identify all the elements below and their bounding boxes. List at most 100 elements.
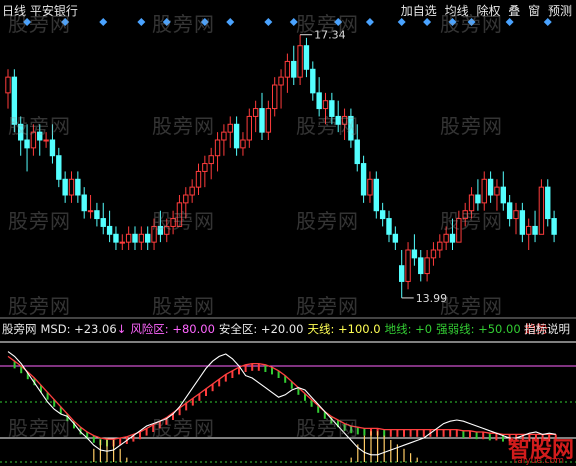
candle bbox=[449, 218, 456, 250]
candle bbox=[322, 92, 329, 125]
candle bbox=[227, 116, 233, 148]
add-watchlist-button[interactable]: 加自选 bbox=[401, 4, 437, 18]
candle bbox=[538, 179, 545, 235]
signal-diamond bbox=[264, 18, 273, 26]
candle bbox=[430, 242, 437, 266]
candle bbox=[443, 226, 449, 250]
signal-diamond bbox=[397, 18, 406, 26]
candle bbox=[437, 234, 443, 258]
candle-body bbox=[386, 218, 392, 235]
candle bbox=[481, 171, 487, 211]
candle-body bbox=[437, 241, 443, 251]
candle-body bbox=[113, 233, 119, 243]
candle-body bbox=[297, 45, 303, 78]
msd-value: MSD: +23.06 bbox=[40, 322, 117, 336]
candle bbox=[214, 132, 221, 172]
candle bbox=[49, 124, 56, 164]
candle-body bbox=[138, 233, 145, 243]
candle-body bbox=[360, 163, 367, 196]
candle bbox=[468, 187, 475, 219]
candle-body bbox=[526, 225, 532, 235]
candle-body bbox=[468, 194, 475, 212]
signal-diamond bbox=[137, 18, 146, 26]
candle bbox=[252, 100, 259, 133]
candle bbox=[513, 202, 519, 235]
candle bbox=[487, 171, 494, 203]
annotation-label: 17.34 bbox=[314, 29, 346, 42]
candle bbox=[56, 147, 62, 188]
candle-body bbox=[56, 155, 62, 180]
signal-diamond bbox=[448, 18, 457, 26]
signal-diamonds bbox=[23, 18, 552, 26]
candle-body bbox=[43, 139, 49, 142]
trend-arrow-icon: ↓ bbox=[116, 322, 127, 336]
candle bbox=[545, 179, 551, 227]
candle bbox=[341, 108, 348, 140]
smooth-line bbox=[7, 355, 556, 440]
candle bbox=[37, 124, 43, 156]
candle-body bbox=[456, 218, 462, 243]
candle bbox=[526, 218, 532, 250]
sky-line-value: 天线: +100.0 bbox=[307, 322, 381, 336]
candle-body bbox=[119, 241, 125, 244]
indicator-explain-button[interactable]: 指标说明 bbox=[524, 321, 570, 337]
msd-line bbox=[7, 351, 556, 456]
candle bbox=[329, 92, 335, 125]
candle-body bbox=[411, 249, 418, 259]
candle-body bbox=[310, 68, 316, 94]
candle-body bbox=[348, 115, 354, 141]
signal-diamond bbox=[334, 18, 343, 26]
candle bbox=[208, 147, 214, 180]
candle-body bbox=[221, 131, 227, 141]
candle bbox=[246, 108, 253, 148]
candle-body bbox=[37, 131, 43, 141]
window-button[interactable]: 窗 bbox=[528, 4, 540, 18]
candle-body bbox=[265, 108, 272, 133]
candle bbox=[183, 187, 189, 219]
candle bbox=[411, 234, 418, 266]
signal-diamond bbox=[162, 18, 171, 26]
ground-line-value: 地线: +0 bbox=[384, 322, 433, 336]
overlay-button[interactable]: 叠 bbox=[508, 4, 520, 18]
candle bbox=[113, 226, 119, 250]
candle bbox=[202, 155, 208, 188]
candle-body bbox=[278, 76, 284, 86]
moving-average-button[interactable]: 均线 bbox=[445, 4, 469, 18]
candle bbox=[233, 116, 240, 156]
candle bbox=[151, 218, 157, 250]
candle-body bbox=[392, 233, 399, 243]
candle-body bbox=[538, 186, 545, 235]
candle bbox=[500, 171, 507, 211]
candle-body bbox=[430, 249, 437, 259]
candle bbox=[157, 210, 164, 243]
candle-body bbox=[303, 45, 310, 70]
candle-body bbox=[208, 155, 214, 165]
candle bbox=[145, 226, 151, 250]
candles bbox=[5, 34, 557, 298]
candle-body bbox=[335, 115, 341, 125]
candle-body bbox=[87, 210, 94, 213]
signal-diamond bbox=[200, 18, 209, 26]
candle bbox=[132, 226, 138, 250]
candle-body bbox=[195, 170, 202, 188]
signal-diamond bbox=[226, 18, 235, 26]
candle-body bbox=[475, 194, 481, 204]
candle-body bbox=[373, 178, 380, 212]
candle-body bbox=[329, 100, 335, 117]
signal-diamond bbox=[23, 18, 32, 26]
candle-body bbox=[94, 210, 100, 220]
ex-rights-button[interactable]: 除权 bbox=[476, 4, 500, 18]
candle bbox=[278, 69, 284, 109]
candle-body bbox=[100, 218, 106, 227]
candle-body bbox=[252, 108, 259, 117]
candle bbox=[303, 37, 310, 78]
candle-body bbox=[545, 186, 551, 220]
forecast-button[interactable]: 预测 bbox=[548, 4, 572, 18]
indicator-name: 股旁网 bbox=[2, 322, 37, 336]
candle bbox=[462, 202, 468, 227]
candle-body bbox=[379, 210, 386, 220]
candle-body bbox=[132, 233, 138, 243]
candle bbox=[75, 171, 81, 203]
candle bbox=[475, 179, 481, 211]
candle-body bbox=[5, 76, 11, 94]
